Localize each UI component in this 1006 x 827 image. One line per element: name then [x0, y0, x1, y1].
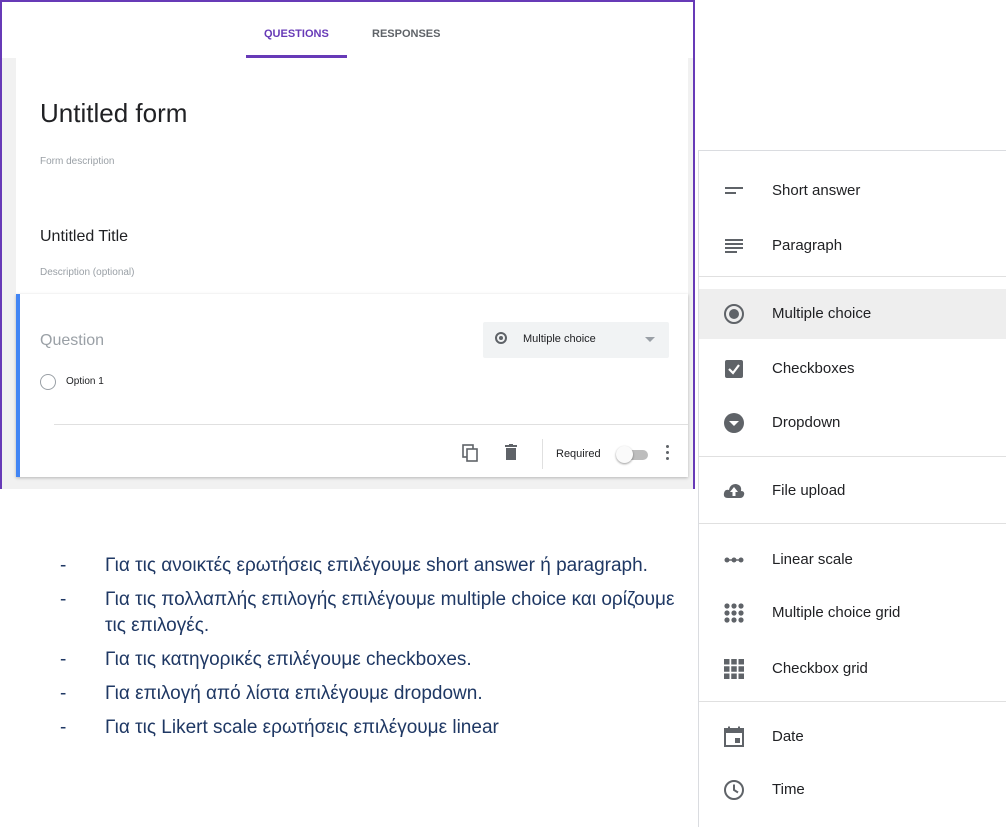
menu-item-dropdown[interactable]: Dropdown	[699, 398, 1006, 448]
form-header-card: Untitled form Form description Untitled …	[16, 58, 688, 294]
copy-icon[interactable]	[462, 444, 478, 462]
grid-squares-icon	[724, 659, 744, 679]
menu-item-date[interactable]: Date	[699, 712, 1006, 762]
form-editor: QUESTIONS RESPONSES Untitled form Form d…	[0, 0, 695, 489]
question-type-select[interactable]: Multiple choice	[483, 322, 669, 358]
menu-item-multiple-choice[interactable]: Multiple choice	[699, 289, 1006, 339]
separator	[542, 439, 543, 469]
radio-button-icon	[495, 332, 507, 344]
required-label: Required	[556, 448, 601, 460]
question-input[interactable]: Question	[40, 332, 104, 350]
instruction-notes: Για τις ανοικτές ερωτήσεις επιλέγουμε sh…	[60, 553, 700, 749]
menu-item-label: Date	[772, 728, 804, 745]
tab-bar: QUESTIONS RESPONSES	[2, 2, 693, 58]
note-item: Για επιλογή από λίστα επιλέγουμε dropdow…	[60, 681, 700, 707]
grid-dots-icon	[724, 603, 744, 623]
menu-item-label: Paragraph	[772, 237, 843, 254]
menu-separator	[699, 276, 1006, 277]
linear-scale-icon	[724, 557, 744, 563]
caret-down-icon	[645, 337, 655, 342]
checkbox-icon	[725, 360, 743, 378]
radio-empty-icon	[40, 374, 56, 390]
section-title[interactable]: Untitled Title	[40, 228, 128, 246]
toggle-knob	[616, 446, 633, 463]
menu-separator	[699, 701, 1006, 702]
menu-item-label: Checkbox grid	[772, 660, 868, 677]
trash-icon[interactable]	[504, 444, 518, 460]
question-card: Question Multiple choice Option 1 Requir…	[16, 294, 688, 477]
menu-item-label: Short answer	[772, 182, 861, 199]
dropdown-icon	[724, 413, 744, 433]
menu-item-label: Multiple choice grid	[772, 604, 901, 621]
paragraph-icon	[725, 239, 743, 253]
menu-separator	[699, 456, 1006, 457]
menu-item-label: Time	[772, 781, 805, 798]
form-title[interactable]: Untitled form	[40, 98, 187, 129]
note-item: Για τις ανοικτές ερωτήσεις επιλέγουμε sh…	[60, 553, 700, 579]
short-answer-icon	[725, 187, 743, 194]
menu-item-checkboxes[interactable]: Checkboxes	[699, 344, 1006, 394]
tab-questions[interactable]: QUESTIONS	[246, 2, 347, 58]
cloud-upload-icon	[723, 484, 745, 498]
menu-item-time[interactable]: Time	[699, 765, 1006, 815]
menu-item-label: Multiple choice	[772, 305, 872, 322]
note-item: Για τις Likert scale ερωτήσεις επιλέγουμ…	[60, 715, 700, 741]
tab-responses[interactable]: RESPONSES	[372, 2, 440, 58]
menu-item-label: Checkboxes	[772, 360, 855, 377]
menu-item-file-upload[interactable]: File upload	[699, 466, 1006, 516]
question-type-label: Multiple choice	[523, 333, 596, 345]
more-vert-icon[interactable]	[666, 445, 670, 463]
menu-separator	[699, 523, 1006, 524]
menu-item-label: Dropdown	[772, 414, 841, 431]
form-description-field[interactable]: Form description	[40, 156, 114, 167]
note-item: Για τις κατηγορικές επιλέγουμε checkboxe…	[60, 647, 700, 673]
divider	[54, 424, 688, 425]
section-description-field[interactable]: Description (optional)	[40, 267, 135, 278]
required-toggle[interactable]	[616, 446, 650, 463]
clock-icon	[724, 780, 744, 800]
menu-item-checkbox-grid[interactable]: Checkbox grid	[699, 644, 1006, 694]
menu-item-paragraph[interactable]: Paragraph	[699, 221, 1006, 271]
menu-item-multiple-choice-grid[interactable]: Multiple choice grid	[699, 588, 1006, 638]
menu-item-short-answer[interactable]: Short answer	[699, 166, 1006, 216]
menu-item-label: Linear scale	[772, 551, 853, 568]
menu-item-label: File upload	[772, 482, 846, 499]
radio-button-icon	[724, 304, 744, 324]
option-label[interactable]: Option 1	[66, 376, 104, 387]
menu-item-linear-scale[interactable]: Linear scale	[699, 535, 1006, 585]
note-item: Για τις πολλαπλής επιλογής επιλέγουμε mu…	[60, 587, 700, 639]
calendar-icon	[724, 726, 744, 747]
question-type-menu: Short answer Paragraph Multiple choice C…	[698, 150, 1006, 827]
